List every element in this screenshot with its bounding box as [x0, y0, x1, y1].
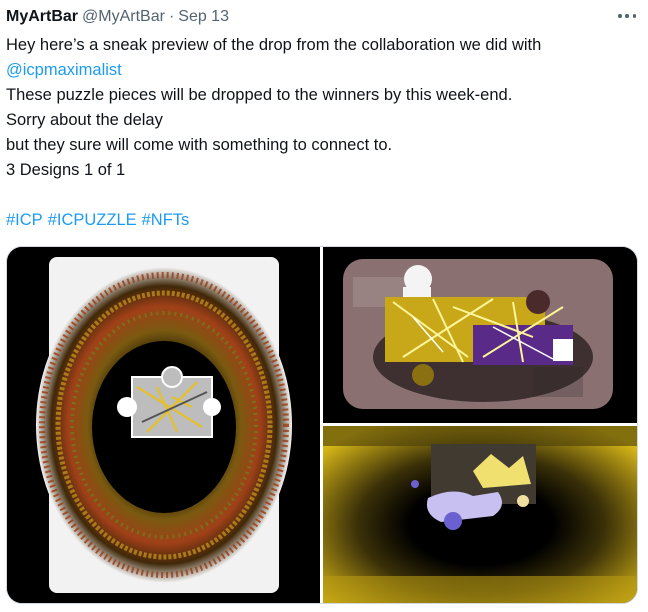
puzzle-design-3-art: [323, 426, 637, 603]
more-horizontal-icon[interactable]: [616, 8, 638, 24]
puzzle-design-1-art: [7, 247, 320, 603]
media-grid: [6, 246, 638, 604]
tweet-line-3: These puzzle pieces will be dropped to t…: [6, 86, 513, 104]
puzzle-design-2-art: [323, 247, 637, 423]
hashtag-icpuzzle[interactable]: #ICPUZZLE: [48, 211, 137, 229]
hashtag-nfts[interactable]: #NFTs: [142, 211, 190, 229]
tweet-line-6: 3 Designs 1 of 1: [6, 161, 126, 179]
media-image-2[interactable]: [323, 247, 637, 423]
author-handle[interactable]: @MyArtBar: [82, 8, 165, 26]
author-name[interactable]: MyArtBar: [6, 8, 78, 26]
tweet-date[interactable]: Sep 13: [178, 8, 229, 26]
tweet-line-1: Hey here’s a sneak preview of the drop f…: [6, 36, 542, 54]
tweet-line-4: Sorry about the delay: [6, 111, 163, 129]
media-image-3[interactable]: [323, 426, 637, 603]
mention-link[interactable]: @icpmaximalist: [6, 61, 122, 79]
media-image-1[interactable]: [7, 247, 320, 603]
tweet-header: MyArtBar @MyArtBar · Sep 13: [6, 6, 229, 28]
separator-dot: ·: [168, 8, 175, 25]
tweet-line-5: but they sure will come with something t…: [6, 136, 393, 154]
tweet-text: Hey here’s a sneak preview of the drop f…: [6, 33, 636, 233]
hashtag-icp[interactable]: #ICP: [6, 211, 43, 229]
